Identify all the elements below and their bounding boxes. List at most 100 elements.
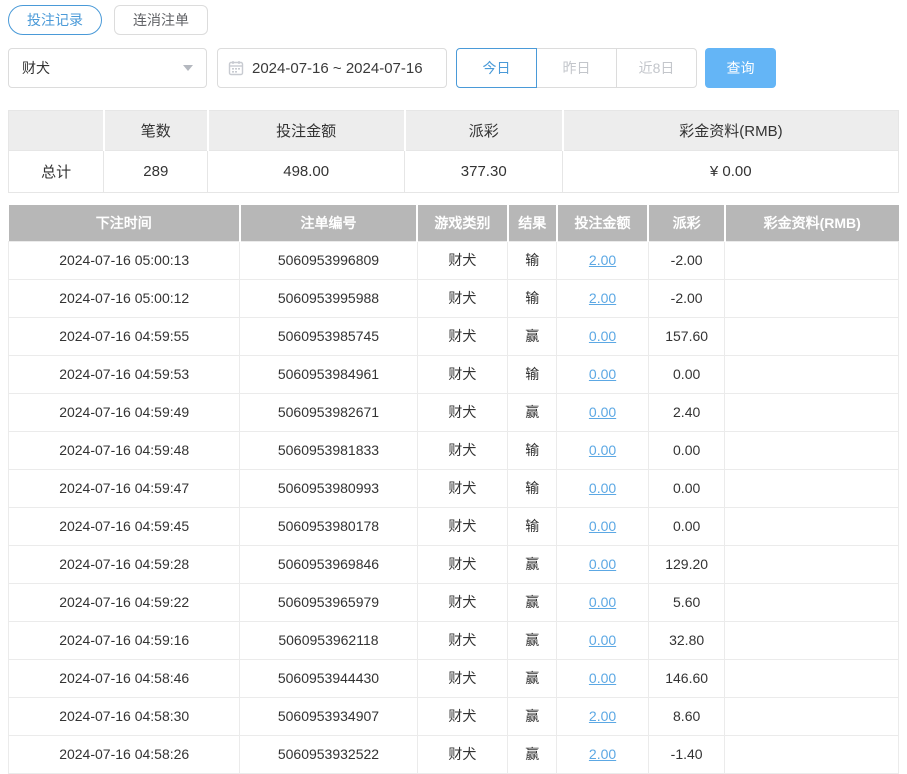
game-type-cell: 财犬 (416, 544, 509, 584)
range-yesterday-button[interactable]: 昨日 (536, 48, 617, 88)
payout-cell: -1.40 (647, 734, 726, 774)
order-number-cell: 5060953965979 (239, 582, 418, 622)
tab-betting-records[interactable]: 投注记录 (8, 5, 102, 35)
tab-bar: 投注记录 连消注单 (8, 5, 899, 35)
bet-amount-link[interactable]: 2.00 (589, 708, 616, 724)
table-row: 2024-07-16 04:59:22 5060953965979 财犬 赢 0… (7, 582, 899, 622)
chevron-down-icon (183, 65, 193, 71)
order-number-cell: 5060953969846 (239, 544, 418, 584)
game-type-cell: 财犬 (416, 506, 509, 546)
order-number-cell: 5060953932522 (239, 734, 418, 774)
payout-cell: 157.60 (647, 316, 726, 356)
game-type-cell: 财犬 (416, 278, 509, 318)
game-type-cell: 财犬 (416, 430, 509, 470)
table-row: 2024-07-16 04:59:55 5060953985745 财犬 赢 0… (7, 316, 899, 356)
game-select[interactable]: 财犬 (8, 48, 207, 88)
order-number-cell: 5060953995988 (239, 278, 418, 318)
bet-time-cell: 2024-07-16 05:00:12 (7, 278, 241, 318)
payout-cell: 0.00 (647, 354, 726, 394)
bet-amount-link[interactable]: 2.00 (589, 290, 616, 306)
game-type-cell: 财犬 (416, 468, 509, 508)
order-number-cell: 5060953996809 (239, 240, 418, 280)
table-row: 2024-07-16 04:59:16 5060953962118 财犬 赢 0… (7, 620, 899, 660)
table-row: 2024-07-16 04:59:47 5060953980993 财犬 输 0… (7, 468, 899, 508)
table-row: 2024-07-16 04:59:49 5060953982671 财犬 赢 0… (7, 392, 899, 432)
bet-amount-cell: 0.00 (556, 544, 649, 584)
bet-amount-cell: 0.00 (556, 582, 649, 622)
bet-amount-cell: 0.00 (556, 620, 649, 660)
date-range-input[interactable]: 2024-07-16 ~ 2024-07-16 (217, 48, 447, 88)
bonus-cell (724, 696, 899, 736)
summary-header-payout: 派彩 (403, 110, 564, 151)
game-type-cell: 财犬 (416, 392, 509, 432)
summary-total-count: 289 (103, 150, 209, 193)
table-row: 2024-07-16 04:58:26 5060953932522 财犬 赢 2… (7, 734, 899, 774)
bet-amount-link[interactable]: 0.00 (589, 670, 616, 686)
bet-amount-link[interactable]: 0.00 (589, 480, 616, 496)
bet-amount-link[interactable]: 0.00 (589, 442, 616, 458)
bet-amount-cell: 2.00 (556, 240, 649, 280)
bonus-cell (724, 506, 899, 546)
payout-cell: -2.00 (647, 278, 726, 318)
bonus-cell (724, 734, 899, 774)
payout-cell: -2.00 (647, 240, 726, 280)
bet-amount-link[interactable]: 0.00 (589, 404, 616, 420)
tab-cancelled-orders[interactable]: 连消注单 (114, 5, 208, 35)
order-number-cell: 5060953962118 (239, 620, 418, 660)
summary-header-bonus: 彩金资料(RMB) (561, 110, 899, 151)
summary-total-label: 总计 (7, 150, 105, 193)
game-select-value: 财犬 (22, 60, 50, 76)
range-last8days-button[interactable]: 近8日 (616, 48, 697, 88)
table-row: 2024-07-16 04:59:45 5060953980178 财犬 输 0… (7, 506, 899, 546)
bonus-cell (724, 240, 899, 280)
result-cell: 赢 (507, 316, 558, 356)
summary-header-empty (7, 110, 105, 151)
header-order-number: 注单编号 (238, 205, 418, 241)
result-cell: 输 (507, 506, 558, 546)
order-number-cell: 5060953980178 (239, 506, 418, 546)
bet-time-cell: 2024-07-16 04:59:45 (7, 506, 241, 546)
bonus-cell (724, 544, 899, 584)
bet-amount-link[interactable]: 0.00 (589, 632, 616, 648)
order-number-cell: 5060953944430 (239, 658, 418, 698)
summary-header-count: 笔数 (102, 110, 209, 151)
bonus-cell (724, 354, 899, 394)
payout-cell: 129.20 (647, 544, 726, 584)
game-type-cell: 财犬 (416, 620, 509, 660)
date-range-value: 2024-07-16 ~ 2024-07-16 (252, 59, 423, 77)
bet-time-cell: 2024-07-16 04:59:55 (7, 316, 241, 356)
table-row: 2024-07-16 04:59:53 5060953984961 财犬 输 0… (7, 354, 899, 394)
bet-amount-link[interactable]: 0.00 (589, 518, 616, 534)
game-type-cell: 财犬 (416, 696, 509, 736)
range-today-button[interactable]: 今日 (456, 48, 537, 88)
bet-amount-link[interactable]: 0.00 (589, 594, 616, 610)
result-cell: 输 (507, 468, 558, 508)
bet-time-cell: 2024-07-16 04:58:30 (7, 696, 241, 736)
order-number-cell: 5060953981833 (239, 430, 418, 470)
table-row: 2024-07-16 04:59:28 5060953969846 财犬 赢 0… (7, 544, 899, 584)
bet-time-cell: 2024-07-16 04:59:47 (7, 468, 241, 508)
bet-time-cell: 2024-07-16 04:58:26 (7, 734, 241, 774)
table-row: 2024-07-16 05:00:13 5060953996809 财犬 输 2… (7, 240, 899, 280)
result-cell: 赢 (507, 392, 558, 432)
header-bet-time: 下注时间 (8, 205, 240, 241)
bet-amount-link[interactable]: 2.00 (589, 746, 616, 762)
query-button[interactable]: 查询 (705, 48, 776, 88)
game-type-cell: 财犬 (416, 582, 509, 622)
bet-amount-link[interactable]: 0.00 (589, 328, 616, 344)
bet-amount-cell: 0.00 (556, 468, 649, 508)
result-cell: 赢 (507, 544, 558, 584)
bet-time-cell: 2024-07-16 04:58:46 (7, 658, 241, 698)
bet-amount-link[interactable]: 2.00 (589, 252, 616, 268)
bet-amount-link[interactable]: 0.00 (589, 366, 616, 382)
bet-amount-cell: 0.00 (556, 354, 649, 394)
bonus-cell (724, 392, 899, 432)
bet-time-cell: 2024-07-16 05:00:13 (7, 240, 241, 280)
table-row: 2024-07-16 04:58:46 5060953944430 财犬 赢 0… (7, 658, 899, 698)
table-row: 2024-07-16 04:58:30 5060953934907 财犬 赢 2… (7, 696, 899, 736)
game-type-cell: 财犬 (416, 240, 509, 280)
bet-amount-link[interactable]: 0.00 (589, 556, 616, 572)
result-cell: 输 (507, 354, 558, 394)
bet-time-cell: 2024-07-16 04:59:49 (7, 392, 241, 432)
payout-cell: 2.40 (647, 392, 726, 432)
